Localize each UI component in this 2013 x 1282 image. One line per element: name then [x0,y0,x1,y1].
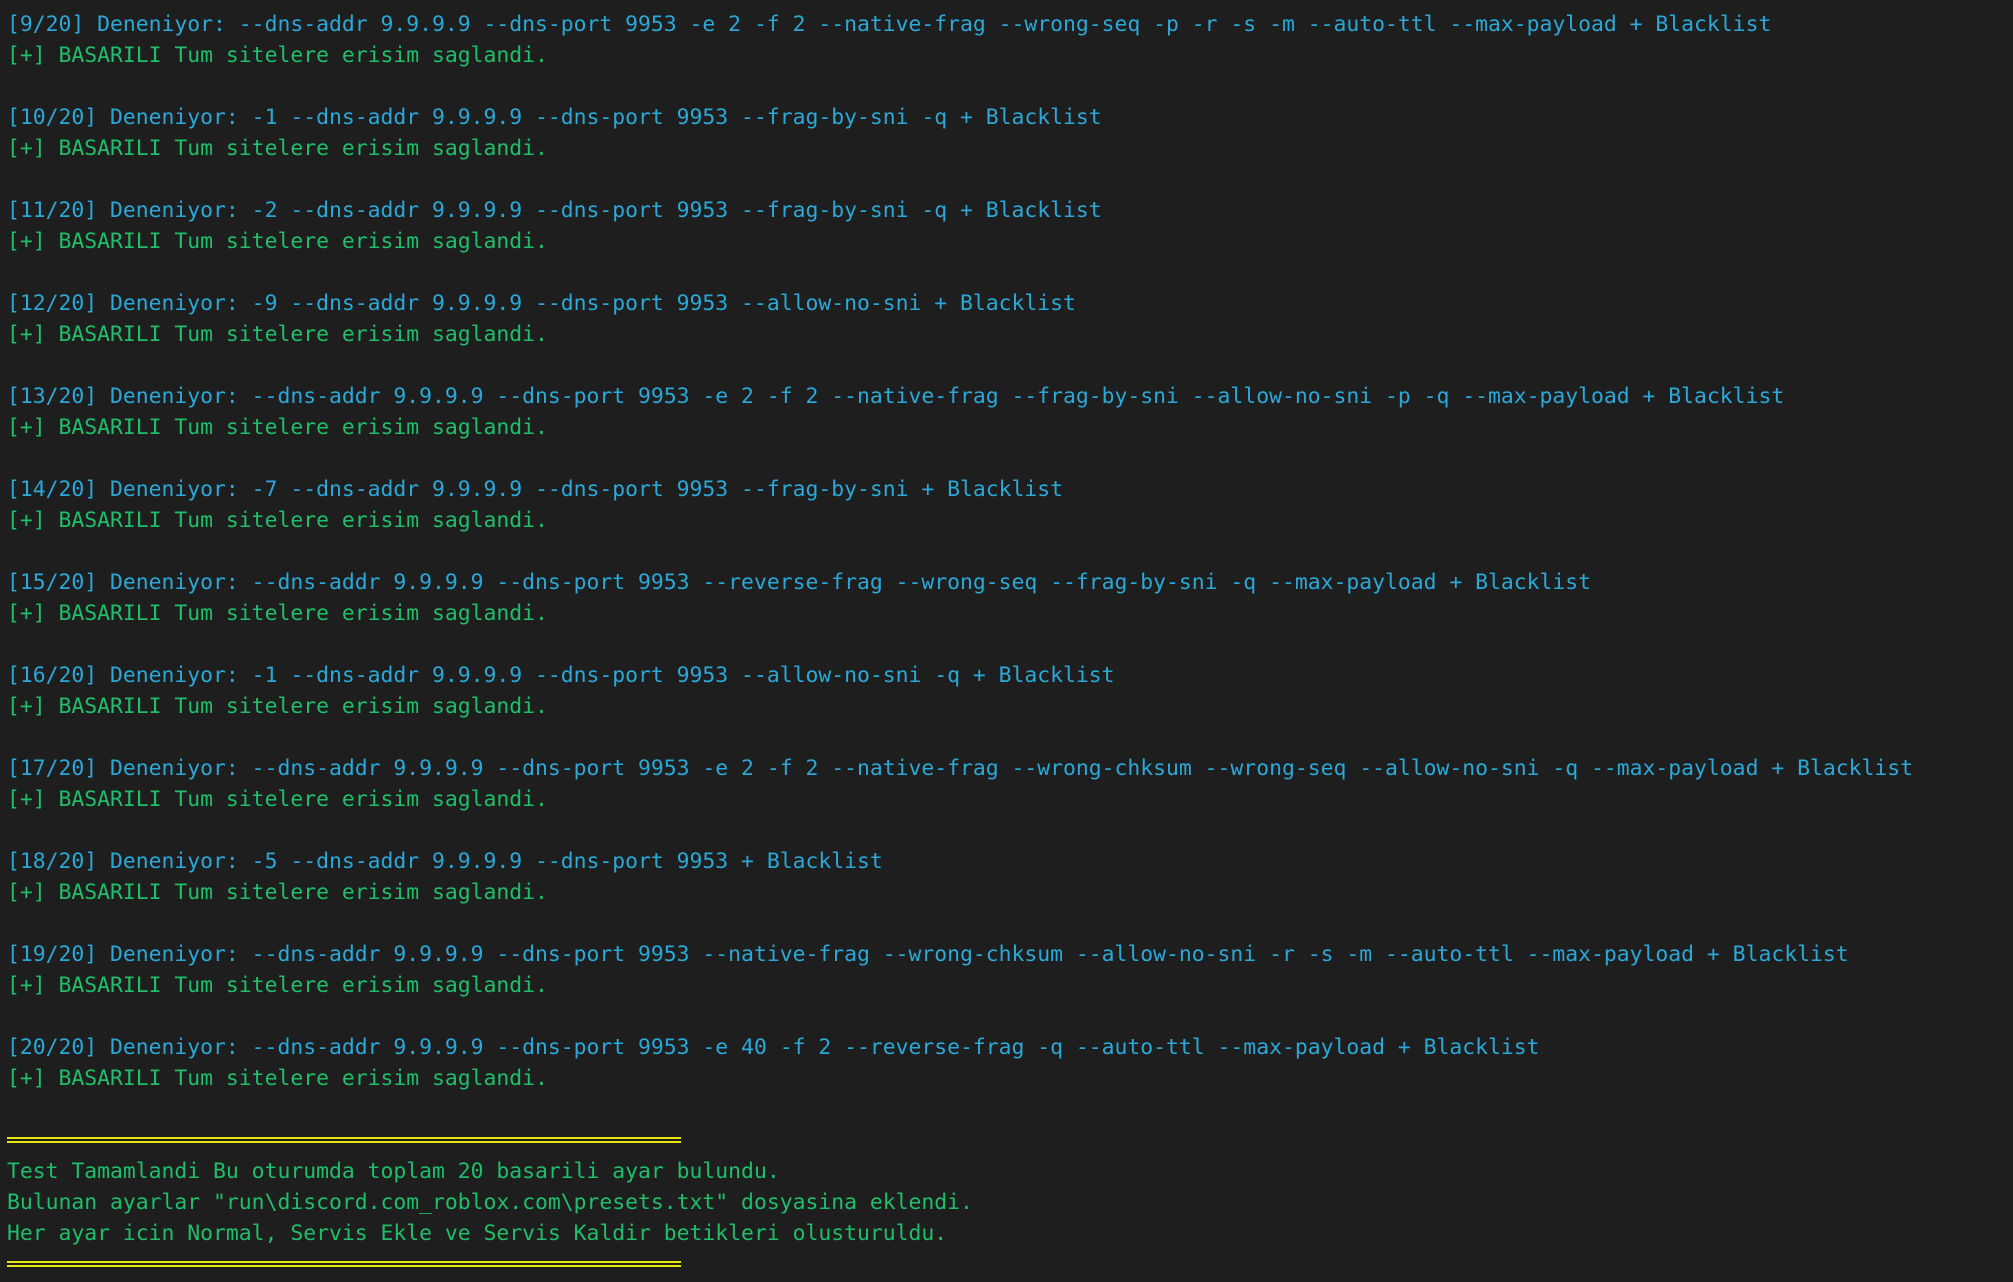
separator-top [7,1125,2013,1156]
summary-line-1: Test Tamamlandi Bu oturumda toplam 20 ba… [7,1159,780,1184]
attempt-command: [14/20] Deneniyor: -7 --dns-addr 9.9.9.9… [7,477,1064,502]
attempt-command: [20/20] Deneniyor: --dns-addr 9.9.9.9 --… [7,1035,1540,1060]
attempt-result: [+] BASARILI Tum sitelere erisim sagland… [7,694,548,719]
attempt-log: [9/20] Deneniyor: --dns-addr 9.9.9.9 --d… [7,9,2013,1125]
attempt-result: [+] BASARILI Tum sitelere erisim sagland… [7,43,548,68]
attempt-command: [11/20] Deneniyor: -2 --dns-addr 9.9.9.9… [7,198,1102,223]
summary-line-3: Her ayar icin Normal, Servis Ekle ve Ser… [7,1221,948,1246]
separator-bottom [7,1249,2013,1280]
attempt-command: [13/20] Deneniyor: --dns-addr 9.9.9.9 --… [7,384,1785,409]
attempt-result: [+] BASARILI Tum sitelere erisim sagland… [7,322,548,347]
terminal-window[interactable]: [9/20] Deneniyor: --dns-addr 9.9.9.9 --d… [0,0,2013,1282]
attempt-command: [16/20] Deneniyor: -1 --dns-addr 9.9.9.9… [7,663,1115,688]
attempt-command: [17/20] Deneniyor: --dns-addr 9.9.9.9 --… [7,756,1913,781]
attempt-result: [+] BASARILI Tum sitelere erisim sagland… [7,787,548,812]
attempt-result: [+] BASARILI Tum sitelere erisim sagland… [7,1066,548,1091]
attempt-result: [+] BASARILI Tum sitelere erisim sagland… [7,136,548,161]
attempt-command: [9/20] Deneniyor: --dns-addr 9.9.9.9 --d… [7,12,1772,37]
attempt-command: [19/20] Deneniyor: --dns-addr 9.9.9.9 --… [7,942,1849,967]
summary-line-2: Bulunan ayarlar "run\discord.com_roblox.… [7,1190,973,1215]
attempt-command: [18/20] Deneniyor: -5 --dns-addr 9.9.9.9… [7,849,883,874]
attempt-result: [+] BASARILI Tum sitelere erisim sagland… [7,601,548,626]
attempt-command: [15/20] Deneniyor: --dns-addr 9.9.9.9 --… [7,570,1592,595]
attempt-result: [+] BASARILI Tum sitelere erisim sagland… [7,508,548,533]
attempt-result: [+] BASARILI Tum sitelere erisim sagland… [7,415,548,440]
attempt-command: [10/20] Deneniyor: -1 --dns-addr 9.9.9.9… [7,105,1102,130]
attempt-result: [+] BASARILI Tum sitelere erisim sagland… [7,229,548,254]
attempt-result: [+] BASARILI Tum sitelere erisim sagland… [7,880,548,905]
attempt-command: [12/20] Deneniyor: -9 --dns-addr 9.9.9.9… [7,291,1076,316]
attempt-result: [+] BASARILI Tum sitelere erisim sagland… [7,973,548,998]
